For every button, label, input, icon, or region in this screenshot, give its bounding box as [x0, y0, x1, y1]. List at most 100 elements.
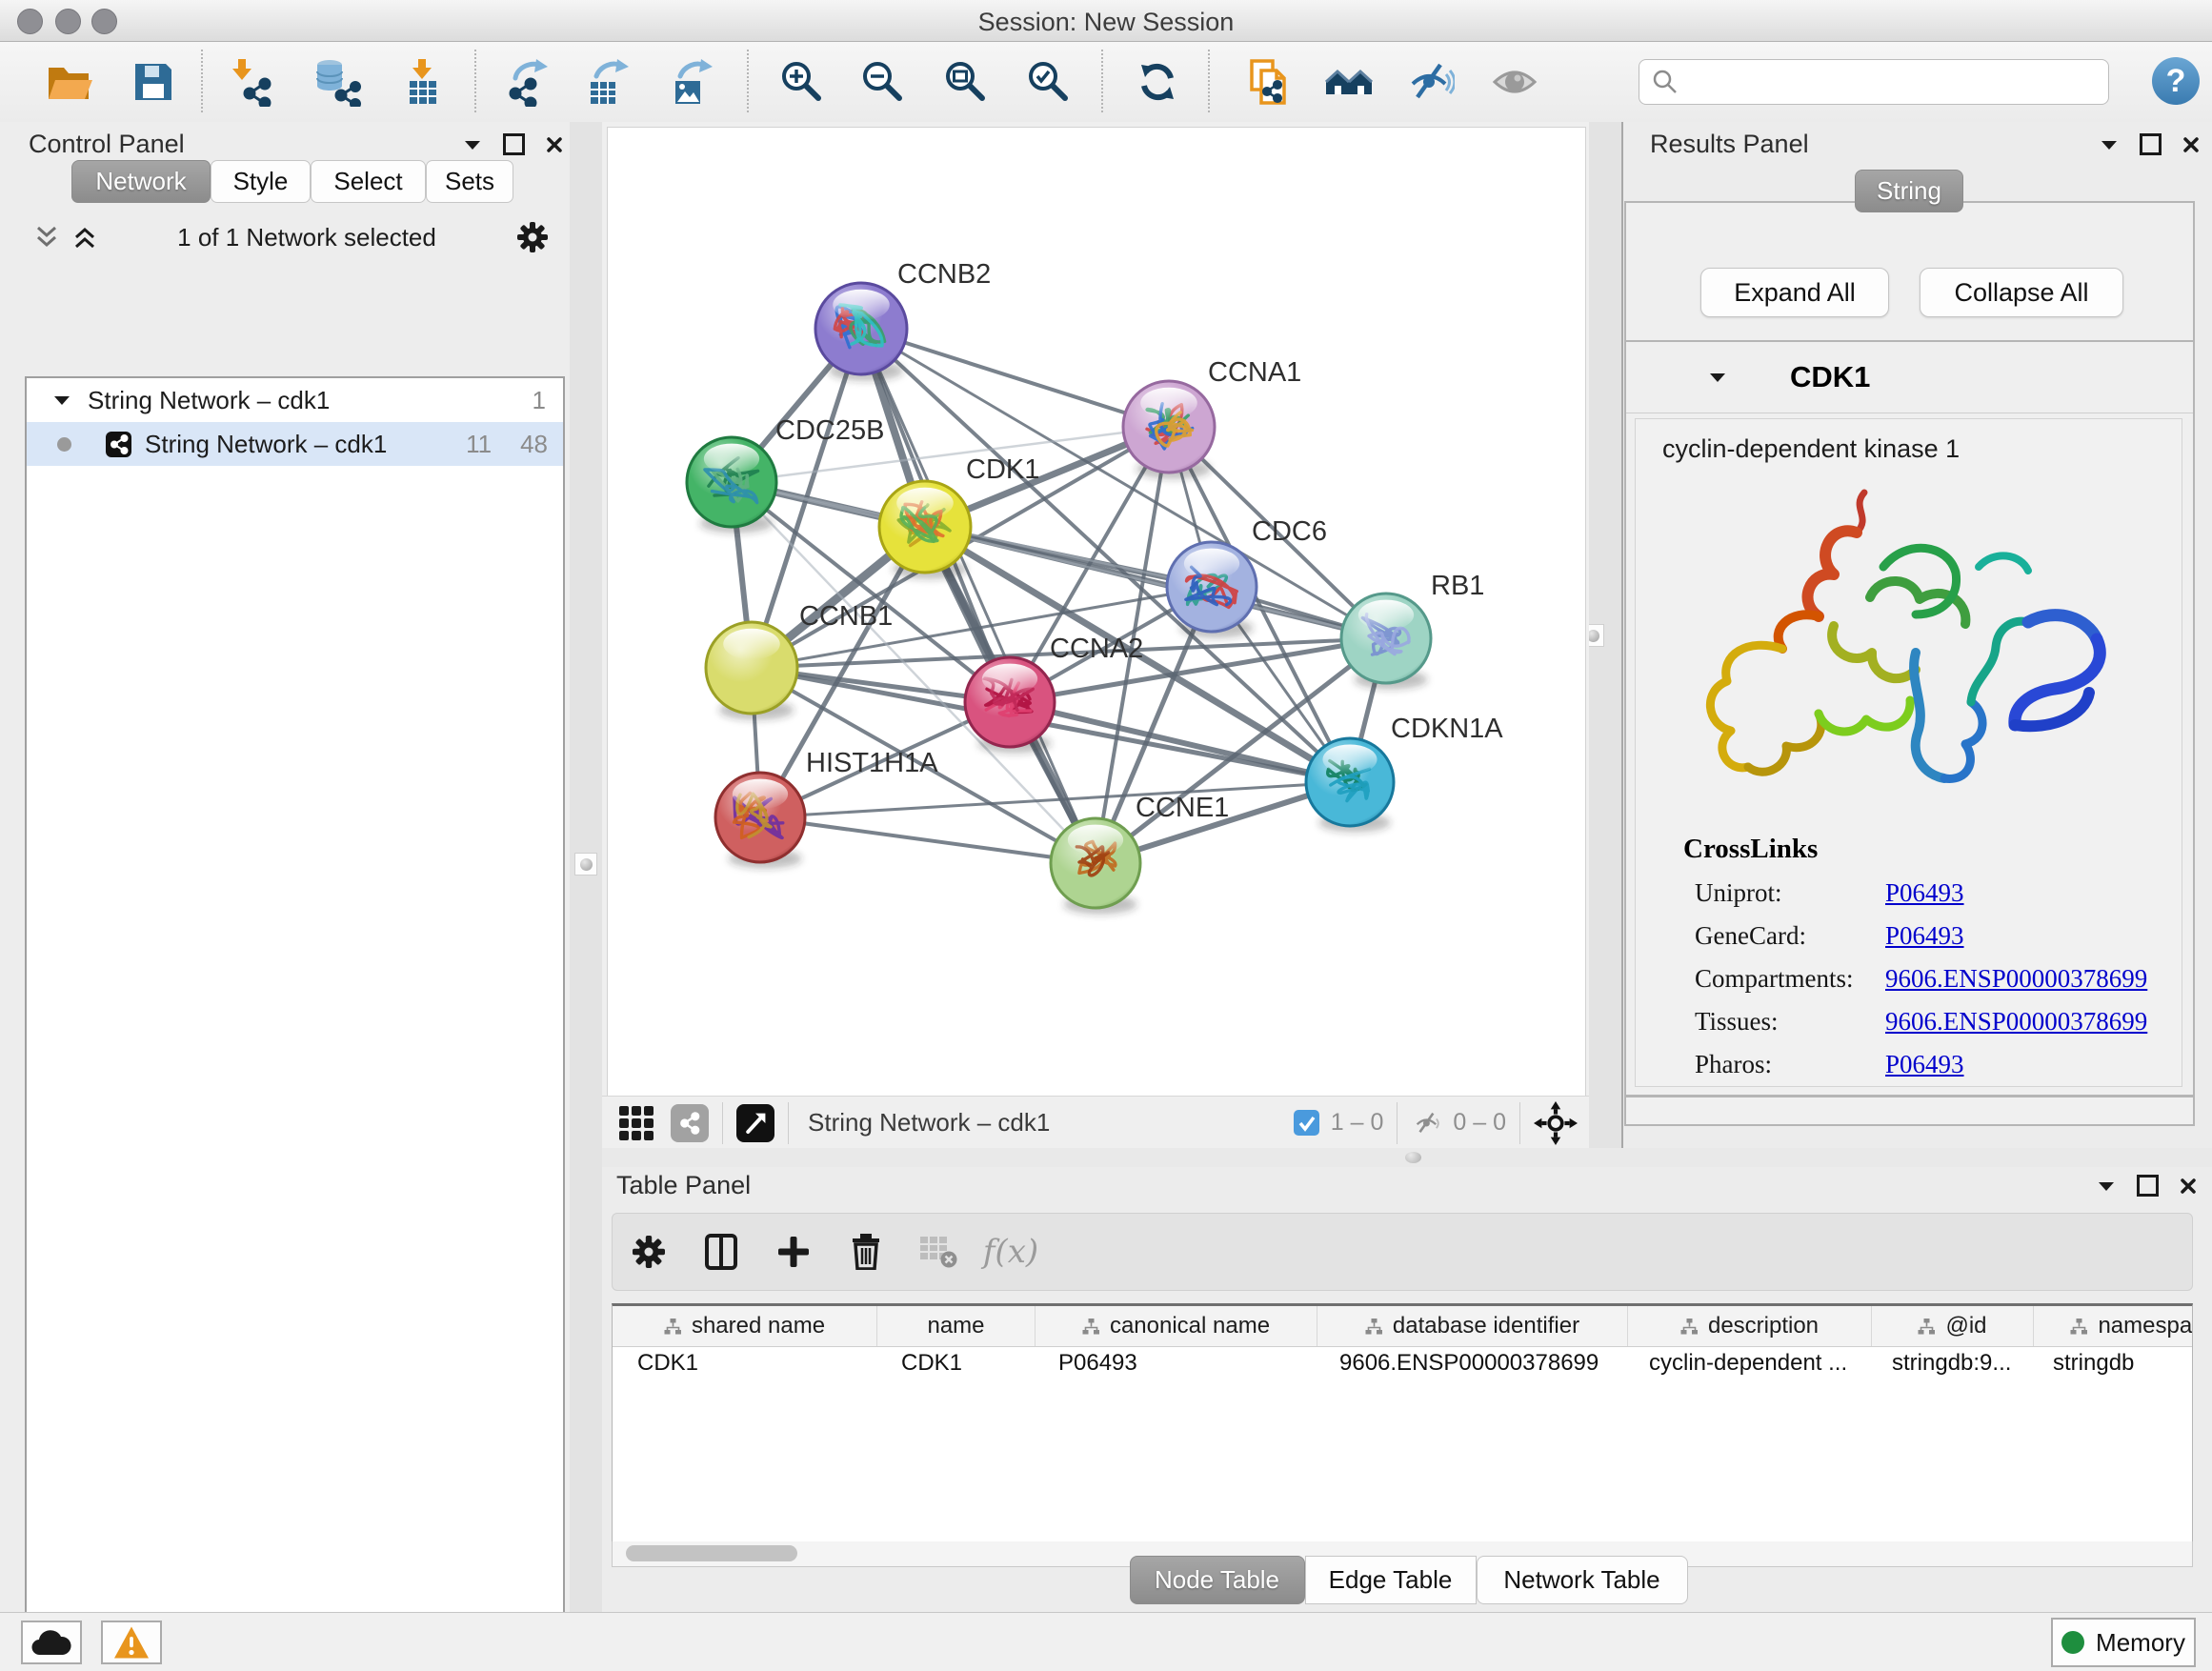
- edge-CDC6-CDC25B[interactable]: [732, 482, 1212, 587]
- tab-network-table[interactable]: Network Table: [1477, 1556, 1688, 1604]
- column-header-id[interactable]: @id: [1872, 1306, 2034, 1346]
- crosslink-value-link[interactable]: P06493: [1885, 878, 1964, 908]
- warning-status-button[interactable]: [101, 1621, 162, 1664]
- tab-string[interactable]: String: [1855, 170, 1963, 212]
- export-network-button[interactable]: [502, 55, 555, 109]
- cloud-status-button[interactable]: [21, 1621, 82, 1664]
- import-network-file-button[interactable]: [222, 55, 275, 109]
- node-CDC25B[interactable]: [687, 437, 776, 534]
- network-row[interactable]: String Network – cdk1 11 48: [27, 422, 563, 466]
- import-network-database-button[interactable]: [311, 55, 364, 109]
- panel-close-icon[interactable]: [546, 136, 563, 153]
- zoom-fit-button[interactable]: [939, 55, 993, 109]
- gear-icon[interactable]: [516, 221, 549, 253]
- zoom-in-button[interactable]: [775, 55, 829, 109]
- panel-menu-icon[interactable]: [463, 139, 482, 151]
- left-splitter-handle[interactable]: [574, 853, 597, 876]
- node-CCNB1[interactable]: [706, 622, 797, 720]
- tab-style[interactable]: Style: [211, 160, 311, 203]
- table-cell[interactable]: CDK1: [613, 1350, 876, 1382]
- node-CCNE1[interactable]: [1051, 818, 1140, 915]
- node-CCNA1[interactable]: [1123, 381, 1215, 479]
- apply-layout-button[interactable]: [1131, 55, 1184, 109]
- tab-network[interactable]: Network: [71, 160, 211, 203]
- zoom-out-button[interactable]: [856, 55, 910, 109]
- crosslink-value-link[interactable]: P06493: [1885, 921, 1964, 951]
- table-settings-button[interactable]: [613, 1235, 685, 1269]
- create-column-button[interactable]: [757, 1237, 830, 1267]
- node-RB1[interactable]: [1341, 594, 1431, 690]
- birdseye-view-button[interactable]: [736, 1104, 774, 1142]
- tab-sets[interactable]: Sets: [426, 160, 513, 203]
- panel-float-icon[interactable]: [2137, 1175, 2159, 1197]
- search-text-field[interactable]: [1689, 68, 2099, 97]
- network-canvas[interactable]: CCNB2CCNA1CDC25BCDK1CDC6RB1CCNB1CCNA2CDK…: [607, 127, 1586, 1097]
- crosslink-value-link[interactable]: 9606.ENSP00000378699: [1885, 964, 2147, 994]
- table-cell[interactable]: P06493: [1034, 1350, 1315, 1382]
- open-session-button[interactable]: [42, 55, 95, 109]
- panel-float-icon[interactable]: [2140, 133, 2162, 155]
- function-builder-button[interactable]: f(x): [975, 1233, 1047, 1271]
- gene-section-header[interactable]: CDK1: [1626, 342, 2193, 413]
- section-expander-icon[interactable]: [1708, 372, 1727, 383]
- delete-table-button[interactable]: [902, 1236, 975, 1268]
- export-table-button[interactable]: [581, 55, 634, 109]
- save-session-button[interactable]: [127, 55, 180, 109]
- table-row[interactable]: CDK1CDK1P064939606.ENSP00000378699cyclin…: [613, 1350, 2192, 1382]
- tab-edge-table[interactable]: Edge Table: [1305, 1556, 1477, 1604]
- node-CDKN1A[interactable]: [1306, 738, 1394, 832]
- help-button[interactable]: ?: [2152, 57, 2200, 105]
- selected-checkbox[interactable]: [1294, 1110, 1319, 1136]
- node-HIST1H1A[interactable]: [715, 773, 805, 869]
- panel-menu-icon[interactable]: [2100, 139, 2119, 151]
- show-all-button[interactable]: [1488, 55, 1541, 109]
- edge-CCNA2-CDKN1A[interactable]: [1010, 702, 1350, 782]
- horizontal-splitter-handle[interactable]: [1405, 1152, 1421, 1163]
- crosslink-value-link[interactable]: P06493: [1885, 1050, 1964, 1079]
- hide-selected-button[interactable]: [1403, 55, 1457, 109]
- tab-node-table[interactable]: Node Table: [1130, 1556, 1305, 1604]
- show-columns-button[interactable]: [685, 1234, 757, 1270]
- column-header-description[interactable]: description: [1628, 1306, 1872, 1346]
- table-cell[interactable]: stringdb:9...: [1867, 1350, 2028, 1382]
- column-header-canonicalname[interactable]: canonical name: [1036, 1306, 1317, 1346]
- expand-all-button[interactable]: Expand All: [1700, 268, 1889, 317]
- fit-crosshair-icon[interactable]: [1534, 1101, 1578, 1145]
- crosslink-value-link[interactable]: 9606.ENSP00000378699: [1885, 1007, 2147, 1037]
- horizontal-splitter[interactable]: [602, 1148, 2212, 1167]
- collapse-all-icon[interactable]: [34, 226, 59, 249]
- search-input[interactable]: [1639, 59, 2109, 105]
- table-cell[interactable]: CDK1: [876, 1350, 1034, 1382]
- edge-CCNE1-HIST1H1A[interactable]: [760, 817, 1096, 863]
- table-cell[interactable]: cyclin-dependent ...: [1624, 1350, 1867, 1382]
- column-header-sharedname[interactable]: shared name: [613, 1306, 877, 1346]
- edge-CCNB2-CCNA1[interactable]: [861, 329, 1169, 427]
- network-collection-row[interactable]: String Network – cdk1 1: [27, 378, 563, 422]
- column-header-databaseidentifier[interactable]: database identifier: [1317, 1306, 1628, 1346]
- memory-button[interactable]: Memory: [2051, 1618, 2196, 1667]
- panel-close-icon[interactable]: [2180, 1178, 2197, 1195]
- table-cell[interactable]: 9606.ENSP00000378699: [1315, 1350, 1624, 1382]
- tab-select[interactable]: Select: [311, 160, 426, 203]
- panel-float-icon[interactable]: [503, 133, 525, 155]
- expand-all-icon[interactable]: [72, 226, 97, 249]
- edge-CCNB2-CCNE1[interactable]: [861, 329, 1096, 863]
- copy-network-button[interactable]: [1242, 55, 1296, 109]
- panel-menu-icon[interactable]: [2097, 1180, 2116, 1192]
- grid-view-icon[interactable]: [617, 1104, 655, 1142]
- delete-column-button[interactable]: [830, 1234, 902, 1270]
- first-neighbors-button[interactable]: [1322, 55, 1376, 109]
- zoom-selected-button[interactable]: [1022, 55, 1076, 109]
- import-table-button[interactable]: [395, 55, 449, 109]
- export-image-button[interactable]: [665, 55, 718, 109]
- table-cell[interactable]: stringdb: [2028, 1350, 2193, 1382]
- collapse-all-button[interactable]: Collapse All: [1920, 268, 2123, 317]
- tree-expander-icon[interactable]: [53, 395, 70, 406]
- column-header-namespace[interactable]: namespace: [2034, 1306, 2193, 1346]
- node-CDK1[interactable]: [879, 481, 971, 579]
- share-view-button[interactable]: [671, 1104, 709, 1142]
- column-header-name[interactable]: name: [877, 1306, 1036, 1346]
- left-splitter[interactable]: [570, 122, 602, 1612]
- node-CCNA2[interactable]: [965, 657, 1055, 754]
- panel-close-icon[interactable]: [2182, 136, 2200, 153]
